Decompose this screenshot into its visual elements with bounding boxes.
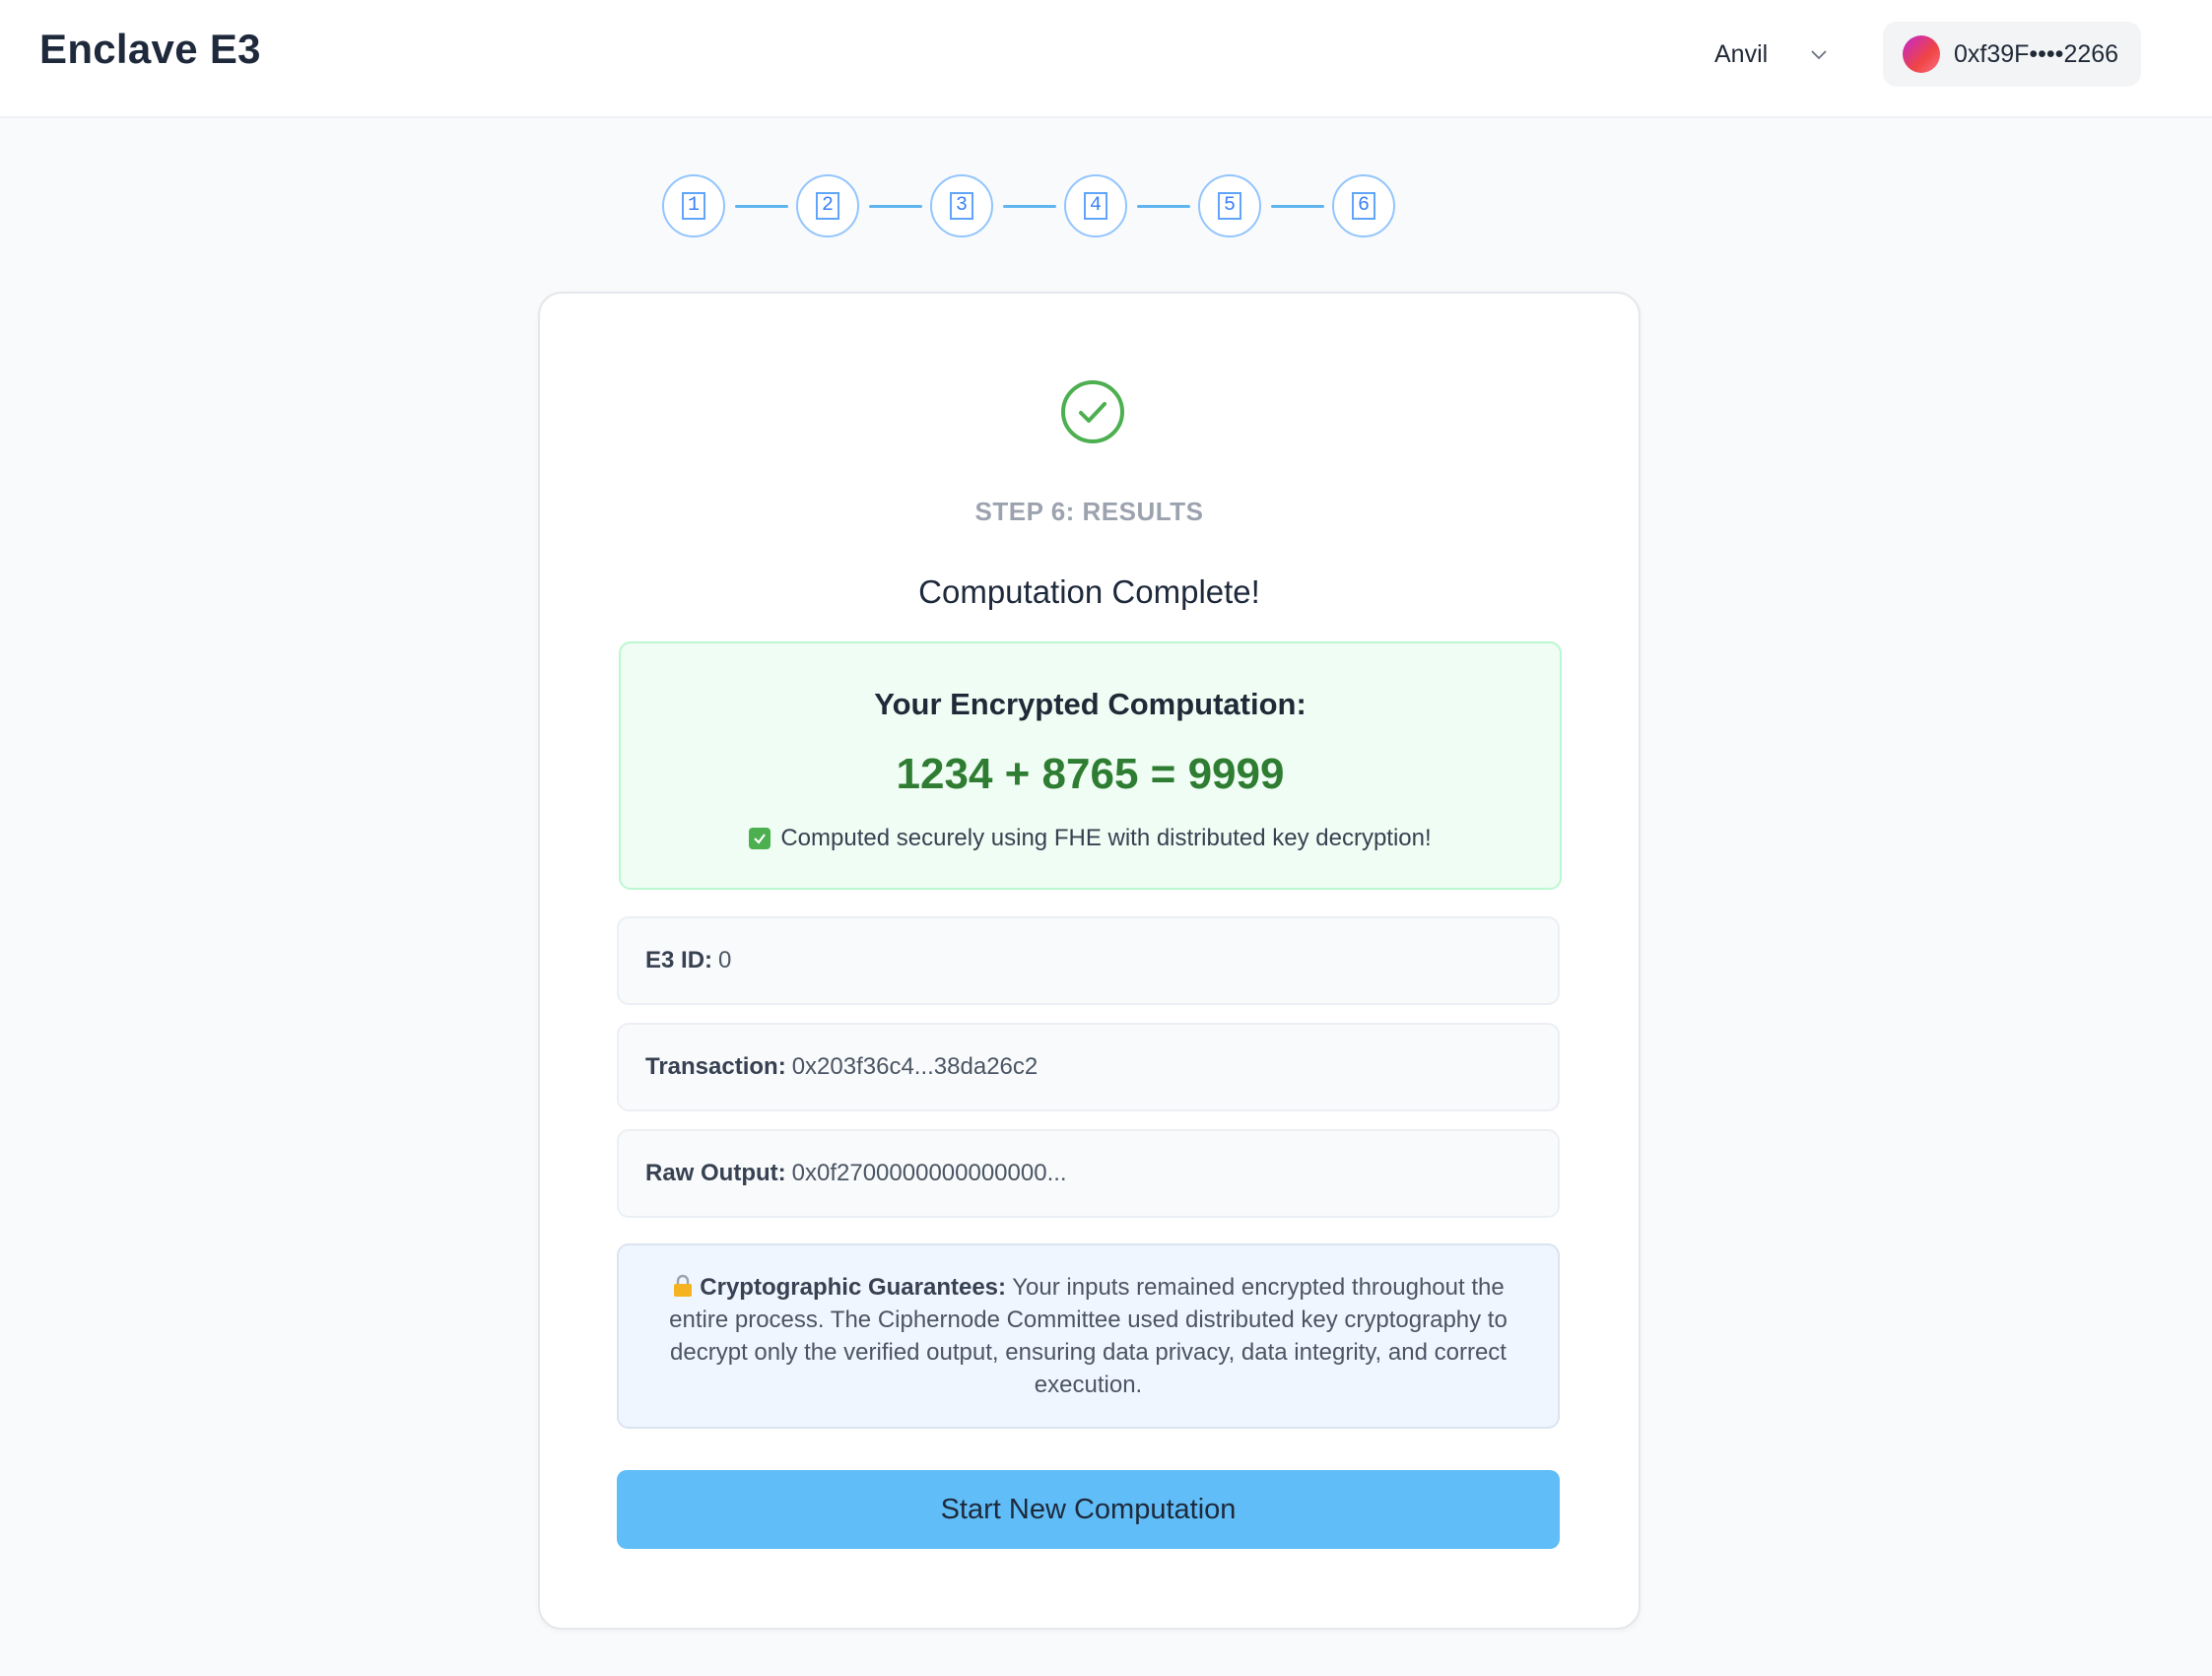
start-new-computation-button[interactable]: Start New Computation bbox=[617, 1470, 1560, 1549]
step-2-number: 2 bbox=[816, 192, 839, 220]
step-connector bbox=[1271, 204, 1324, 208]
step-connector bbox=[735, 204, 788, 208]
card-content: E3 ID: 0 Transaction: 0x203f36c4...38da2… bbox=[538, 292, 1641, 1630]
e3-id-label: E3 ID: bbox=[645, 947, 713, 973]
step-5[interactable]: 5 bbox=[1198, 174, 1261, 237]
raw-output-value: 0x0f2700000000000000... bbox=[791, 1160, 1067, 1186]
lock-icon bbox=[674, 1274, 693, 1297]
step-connector bbox=[869, 204, 922, 208]
step-5-number: 5 bbox=[1218, 192, 1241, 220]
raw-output-row: Raw Output: 0x0f2700000000000000... bbox=[617, 1129, 1560, 1218]
raw-output-label: Raw Output: bbox=[645, 1160, 786, 1186]
transaction-row: Transaction: 0x203f36c4...38da26c2 bbox=[617, 1023, 1560, 1111]
account-address: 0xf39F••••2266 bbox=[1954, 39, 2119, 68]
guarantee-label: Cryptographic Guarantees: bbox=[700, 1274, 1007, 1301]
step-3[interactable]: 3 bbox=[930, 174, 993, 237]
account-button[interactable]: 0xf39F••••2266 bbox=[1883, 22, 2141, 87]
transaction-value: 0x203f36c4...38da26c2 bbox=[791, 1053, 1039, 1080]
network-label: Anvil bbox=[1714, 39, 1769, 68]
transaction-label: Transaction: bbox=[645, 1053, 786, 1080]
step-3-number: 3 bbox=[950, 192, 973, 220]
e3-id-row: E3 ID: 0 bbox=[617, 916, 1560, 1005]
top-header: Enclave E3 Anvil 0xf39F••••2266 bbox=[0, 0, 2212, 118]
avatar bbox=[1903, 35, 1940, 73]
chevron-down-icon bbox=[1811, 50, 1827, 60]
app-title: Enclave E3 bbox=[39, 26, 261, 72]
e3-id-value: 0 bbox=[718, 947, 732, 973]
guarantee-box: Cryptographic Guarantees: Your inputs re… bbox=[617, 1243, 1560, 1429]
stepper: 1 2 3 4 5 6 bbox=[662, 172, 1395, 239]
step-4-number: 4 bbox=[1084, 192, 1107, 220]
step-connector bbox=[1003, 204, 1056, 208]
step-connector bbox=[1137, 204, 1190, 208]
step-1[interactable]: 1 bbox=[662, 174, 725, 237]
step-4[interactable]: 4 bbox=[1064, 174, 1127, 237]
step-2[interactable]: 2 bbox=[796, 174, 859, 237]
step-6[interactable]: 6 bbox=[1332, 174, 1395, 237]
network-selector[interactable]: Anvil bbox=[1714, 30, 1831, 79]
step-1-number: 1 bbox=[682, 192, 705, 220]
step-6-number: 6 bbox=[1352, 192, 1375, 220]
